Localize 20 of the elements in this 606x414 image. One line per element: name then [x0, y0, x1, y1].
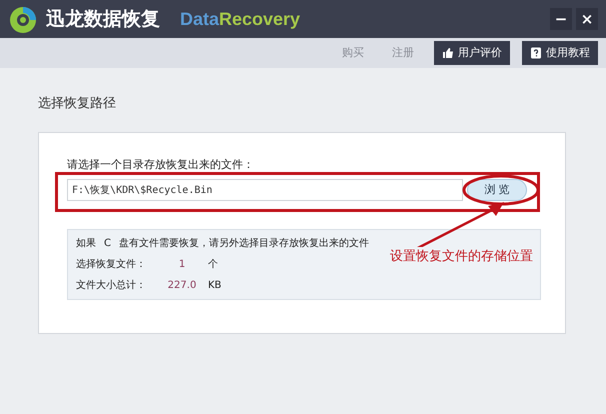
info-unit: KB — [208, 279, 222, 293]
info-value: 1 — [178, 258, 186, 272]
info-value: 227.0 — [166, 279, 198, 293]
info-note: 如果 C 盘有文件需要恢复，请另外选择目录存放恢复出来的文件 — [76, 236, 370, 251]
minimize-button[interactable]: − — [550, 8, 572, 30]
thumbs-up-icon — [442, 47, 454, 59]
info-label: 选择恢复文件： — [76, 258, 147, 272]
browse-button[interactable]: 浏 览 — [467, 179, 527, 201]
section-title: 选择恢复路径 — [38, 95, 117, 113]
close-button[interactable]: × — [576, 8, 598, 30]
brand-name: DataRecovery — [180, 8, 300, 31]
toolbar-button[interactable]: 用户评价 — [434, 41, 510, 65]
path-field[interactable]: F:\恢复\KDR\$Recycle.Bin — [67, 179, 463, 201]
toolbar-button[interactable]: 使用教程 — [522, 41, 598, 65]
info-label: 文件大小总计： — [76, 278, 147, 293]
path-prompt: 请选择一个目录存放恢复出来的文件： — [67, 156, 255, 172]
window-title: 迅龙数据恢复 — [46, 6, 160, 32]
app-logo-icon — [8, 4, 38, 34]
info-unit: 个 — [208, 258, 218, 272]
help-document-icon — [530, 47, 542, 59]
